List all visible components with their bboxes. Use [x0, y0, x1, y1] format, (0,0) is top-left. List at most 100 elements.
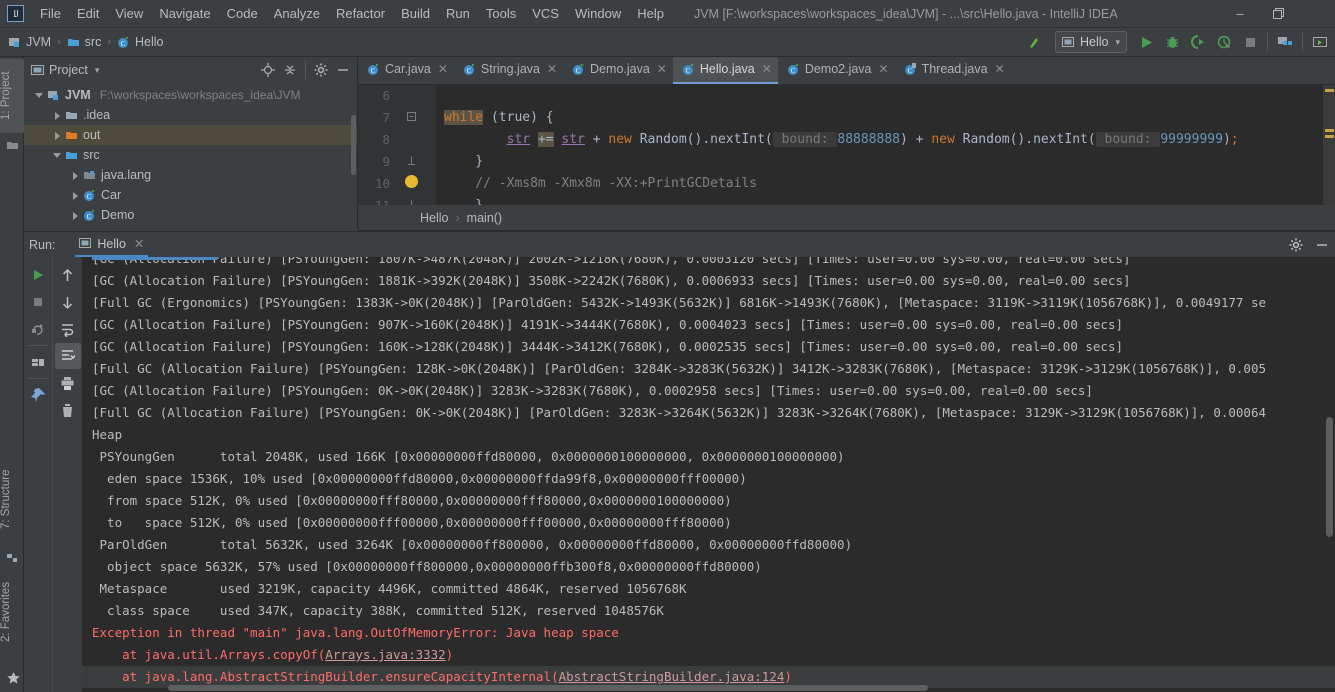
run-console[interactable]: [GC (Allocation Failure) [PSYoungGen: 18…: [82, 257, 1335, 692]
show-console-icon[interactable]: [25, 349, 51, 375]
avd-manager-icon[interactable]: [1307, 30, 1333, 54]
tree-item-idea[interactable]: .idea: [24, 105, 357, 125]
scroll-to-end-icon[interactable]: [54, 343, 81, 369]
console-vertical-scrollbar[interactable]: [1326, 417, 1333, 537]
star-icon[interactable]: [6, 671, 20, 684]
run-icon[interactable]: [1133, 30, 1159, 54]
stop-icon[interactable]: [1237, 30, 1263, 54]
menu-item-run[interactable]: Run: [438, 2, 478, 25]
warning-marker-2[interactable]: [1325, 129, 1334, 132]
project-structure-icon[interactable]: [1272, 30, 1298, 54]
toolbar-divider: [1267, 33, 1268, 51]
chevron-down-icon[interactable]: ▾: [95, 65, 100, 76]
editor-tab-hello[interactable]: C Hello.java ✕: [672, 57, 778, 84]
menu-item-analyze[interactable]: Analyze: [266, 2, 328, 25]
print-icon[interactable]: [55, 370, 81, 396]
sidebar-item-favorites[interactable]: 2: Favorites: [0, 566, 24, 658]
menu-item-build[interactable]: Build: [393, 2, 438, 25]
scroll-down-icon[interactable]: [55, 289, 81, 315]
fold-marker[interactable]: [406, 156, 417, 167]
close-icon[interactable]: ✕: [438, 62, 448, 76]
project-tree-scrollbar[interactable]: [351, 115, 356, 175]
close-icon[interactable]: ✕: [762, 62, 772, 76]
chevron-right-icon[interactable]: [70, 170, 81, 181]
close-icon[interactable]: ✕: [134, 236, 144, 251]
hide-icon[interactable]: [1309, 233, 1335, 257]
stacktrace-tail: ): [784, 669, 792, 684]
chevron-down-icon[interactable]: [34, 90, 45, 101]
editor-analyzer-strip[interactable]: [1323, 85, 1335, 205]
menu-item-refactor[interactable]: Refactor: [328, 2, 393, 25]
clear-all-icon[interactable]: [55, 397, 81, 423]
tree-item-src[interactable]: src: [24, 145, 357, 165]
chevron-down-icon[interactable]: [52, 150, 63, 161]
tree-item-demo[interactable]: C Demo: [24, 205, 357, 225]
settings-gear-icon[interactable]: [310, 59, 332, 81]
restore-layout-icon[interactable]: [25, 316, 51, 342]
editor-tab-demo2[interactable]: C Demo2.java ✕: [778, 57, 895, 84]
editor-tab-thread[interactable]: C Thread.java ✕: [895, 57, 1011, 84]
menu-item-code[interactable]: Code: [219, 2, 266, 25]
editor-tab-car[interactable]: C Car.java ✕: [358, 57, 454, 84]
collapse-all-icon[interactable]: [279, 59, 301, 81]
breadcrumb-method[interactable]: main(): [467, 211, 502, 225]
warning-marker-3[interactable]: [1325, 135, 1334, 138]
intention-bulb-icon[interactable]: [405, 175, 418, 188]
tree-item-car[interactable]: C Car: [24, 185, 357, 205]
rerun-icon[interactable]: [25, 262, 51, 288]
chevron-right-icon[interactable]: [70, 190, 81, 201]
close-icon[interactable]: ✕: [657, 62, 667, 76]
pin-tab-icon[interactable]: [25, 382, 51, 408]
code-editor[interactable]: 6 7 8 9 10 11 while (true) { str += str …: [358, 85, 1335, 205]
editor-tab-demo[interactable]: C Demo.java ✕: [563, 57, 673, 84]
menu-item-window[interactable]: Window: [567, 2, 629, 25]
fold-marker[interactable]: [406, 112, 417, 123]
console-line: object space 5632K, 57% used [0x00000000…: [92, 559, 762, 574]
stacktrace-link[interactable]: AbstractStringBuilder.java:124: [559, 669, 785, 684]
project-tree[interactable]: JVM F:\workspaces\workspaces_idea\JVM .i…: [24, 83, 357, 229]
console-horizontal-scrollbar[interactable]: [168, 685, 928, 691]
minimize-button[interactable]: –: [1221, 0, 1259, 27]
stacktrace-link[interactable]: Arrays.java:3332: [325, 647, 445, 662]
tree-item-out[interactable]: out: [24, 125, 357, 145]
close-icon[interactable]: ✕: [547, 62, 557, 76]
menu-item-vcs[interactable]: VCS: [524, 2, 567, 25]
run-tab-hello[interactable]: Hello ✕: [75, 232, 149, 257]
settings-gear-icon[interactable]: [1283, 233, 1309, 257]
run-configuration-selector[interactable]: Hello ▾: [1054, 31, 1127, 53]
menu-item-tools[interactable]: Tools: [478, 2, 524, 25]
menu-item-help[interactable]: Help: [629, 2, 672, 25]
profile-icon[interactable]: [1211, 30, 1237, 54]
debug-icon[interactable]: [1159, 30, 1185, 54]
menu-item-edit[interactable]: Edit: [69, 2, 107, 25]
warning-marker[interactable]: [1325, 89, 1334, 92]
run-with-coverage-icon[interactable]: [1185, 30, 1211, 54]
editor-tab-string[interactable]: C String.java ✕: [454, 57, 563, 84]
stop-icon[interactable]: [25, 289, 51, 315]
chevron-right-icon[interactable]: [70, 210, 81, 221]
breadcrumb-item-jvm[interactable]: JVM: [6, 35, 53, 49]
menu-item-file[interactable]: File: [32, 2, 69, 25]
locate-icon[interactable]: [257, 59, 279, 81]
breadcrumb-class[interactable]: Hello: [420, 211, 449, 225]
maximize-button[interactable]: [1259, 0, 1297, 27]
scroll-up-icon[interactable]: [55, 262, 81, 288]
menu-item-navigate[interactable]: Navigate: [151, 2, 218, 25]
editor-gutter[interactable]: 6 7 8 9 10 11: [358, 85, 436, 205]
chevron-right-icon[interactable]: [52, 130, 63, 141]
sidebar-item-project[interactable]: 1: Project: [0, 59, 24, 133]
chevron-right-icon[interactable]: [52, 110, 63, 121]
sidebar-item-structure[interactable]: 7: Structure: [0, 456, 24, 542]
build-project-icon[interactable]: [1023, 30, 1049, 54]
close-icon[interactable]: ✕: [995, 62, 1005, 76]
menu-item-view[interactable]: View: [107, 2, 151, 25]
soft-wrap-icon[interactable]: [55, 316, 81, 342]
breadcrumb-item-src[interactable]: src: [65, 35, 104, 49]
breadcrumb-item-hello[interactable]: C Hello: [115, 35, 166, 49]
close-icon[interactable]: ✕: [879, 62, 889, 76]
hide-icon[interactable]: [332, 59, 354, 81]
tree-item-java-lang[interactable]: java.lang: [24, 165, 357, 185]
folder-icon[interactable]: [6, 139, 19, 152]
tree-item-jvm[interactable]: JVM F:\workspaces\workspaces_idea\JVM: [24, 85, 357, 105]
structure-icon[interactable]: [6, 551, 19, 564]
